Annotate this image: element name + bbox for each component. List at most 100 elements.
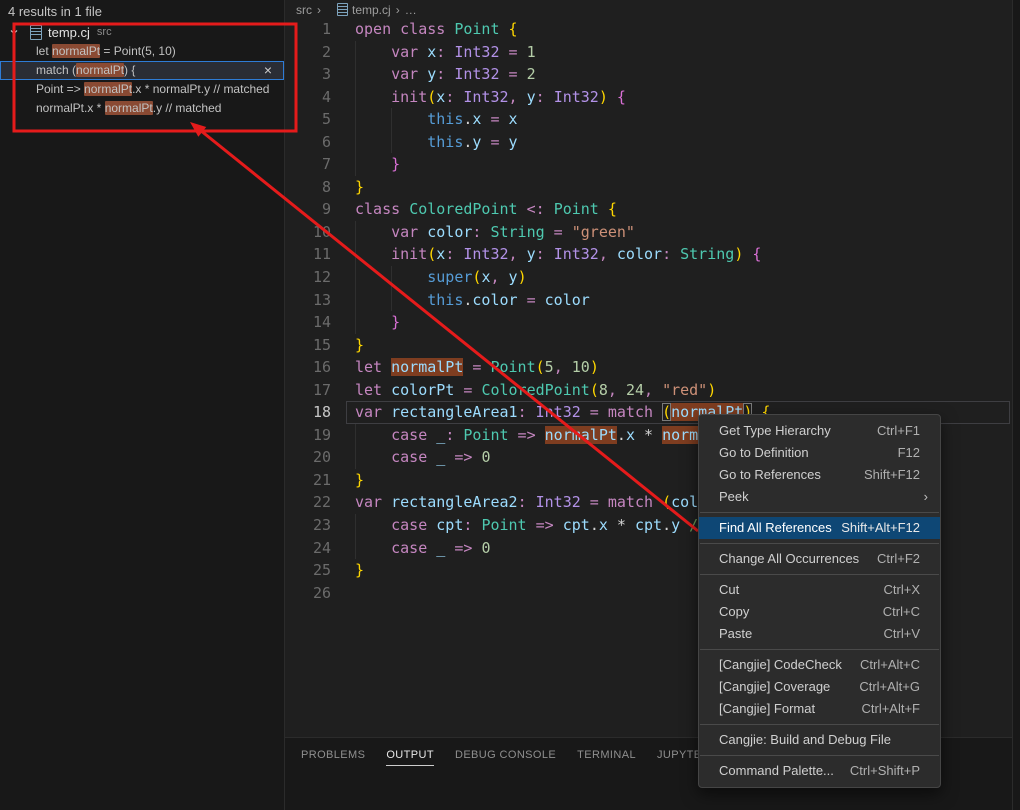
menu-item-cangjie-build-and-debug-file[interactable]: Cangjie: Build and Debug File (699, 729, 940, 751)
breadcrumb-item-src[interactable]: src (296, 3, 312, 17)
menu-item-copy[interactable]: CopyCtrl+C (699, 601, 940, 623)
line-number[interactable]: 5 (285, 108, 331, 131)
indent-guide (355, 131, 356, 154)
code-line-12[interactable]: 12 super(x, y) (285, 266, 1012, 289)
code-line-1[interactable]: 1open class Point { (285, 18, 1012, 41)
menu-item-get-type-hierarchy[interactable]: Get Type HierarchyCtrl+F1 (699, 420, 940, 442)
code-text[interactable]: var y: Int32 = 2 (331, 63, 1012, 86)
line-number[interactable]: 19 (285, 424, 331, 447)
panel-tab-problems[interactable]: PROBLEMS (301, 749, 365, 765)
menu-item-cangjie-codecheck[interactable]: [Cangjie] CodeCheckCtrl+Alt+C (699, 654, 940, 676)
code-line-8[interactable]: 8} (285, 176, 1012, 199)
panel-tab-debug-console[interactable]: DEBUG CONSOLE (455, 749, 556, 765)
code-line-16[interactable]: 16let normalPt = Point(5, 10) (285, 356, 1012, 379)
panel-tab-output[interactable]: OUTPUT (386, 749, 434, 766)
menu-item-cangjie-coverage[interactable]: [Cangjie] Coverage Ctrl+Alt+G (699, 676, 940, 698)
code-line-9[interactable]: 9class ColoredPoint <: Point { (285, 198, 1012, 221)
menu-item-shortcut: Ctrl+Alt+F (861, 698, 920, 720)
line-number[interactable]: 23 (285, 514, 331, 537)
indent-guide (355, 243, 356, 266)
line-number[interactable]: 12 (285, 266, 331, 289)
code-text[interactable]: var color: String = "green" (331, 221, 1012, 244)
code-text[interactable]: this.x = x (331, 108, 1012, 131)
code-text[interactable]: } (331, 176, 1012, 199)
code-text[interactable]: } (331, 153, 1012, 176)
line-number[interactable]: 7 (285, 153, 331, 176)
code-line-7[interactable]: 7 } (285, 153, 1012, 176)
line-number[interactable]: 2 (285, 41, 331, 64)
code-text[interactable]: open class Point { (331, 18, 1012, 41)
line-number[interactable]: 11 (285, 243, 331, 266)
code-text[interactable]: let normalPt = Point(5, 10) (331, 356, 1012, 379)
code-line-6[interactable]: 6 this.y = y (285, 131, 1012, 154)
code-line-14[interactable]: 14 } (285, 311, 1012, 334)
code-line-13[interactable]: 13 this.color = color (285, 289, 1012, 312)
line-number[interactable]: 4 (285, 86, 331, 109)
code-text[interactable]: var x: Int32 = 1 (331, 41, 1012, 64)
code-line-11[interactable]: 11 init(x: Int32, y: Int32, color: Strin… (285, 243, 1012, 266)
line-number[interactable]: 10 (285, 221, 331, 244)
line-number[interactable]: 8 (285, 176, 331, 199)
menu-item-cangjie-format[interactable]: [Cangjie] FormatCtrl+Alt+F (699, 698, 940, 720)
breadcrumb-item-overflow[interactable]: … (405, 3, 417, 17)
code-text[interactable]: this.color = color (331, 289, 1012, 312)
code-text[interactable]: } (331, 334, 1012, 357)
code-text[interactable]: class ColoredPoint <: Point { (331, 198, 1012, 221)
line-number[interactable]: 20 (285, 446, 331, 469)
search-result-row-3[interactable]: Point => normalPt.x * normalPt.y // matc… (0, 80, 284, 99)
code-line-4[interactable]: 4 init(x: Int32, y: Int32) { (285, 86, 1012, 109)
indent-guide (355, 63, 356, 86)
line-number[interactable]: 9 (285, 198, 331, 221)
code-line-15[interactable]: 15} (285, 334, 1012, 357)
code-line-17[interactable]: 17let colorPt = ColoredPoint(8, 24, "red… (285, 379, 1012, 402)
code-line-5[interactable]: 5 this.x = x (285, 108, 1012, 131)
menu-item-find-all-references[interactable]: Find All ReferencesShift+Alt+F12 (699, 517, 940, 539)
code-line-3[interactable]: 3 var y: Int32 = 2 (285, 63, 1012, 86)
dismiss-result-icon[interactable]: × (264, 61, 272, 80)
breadcrumb-separator-icon: › (317, 3, 321, 17)
code-line-10[interactable]: 10 var color: String = "green" (285, 221, 1012, 244)
file-icon (30, 25, 42, 40)
menu-item-cut[interactable]: CutCtrl+X (699, 579, 940, 601)
line-number[interactable]: 17 (285, 379, 331, 402)
line-number[interactable]: 15 (285, 334, 331, 357)
menu-item-paste[interactable]: PasteCtrl+V (699, 623, 940, 645)
line-number[interactable]: 26 (285, 582, 331, 605)
line-number[interactable]: 16 (285, 356, 331, 379)
breadcrumb-item-file[interactable]: temp.cj (352, 3, 391, 17)
line-number[interactable]: 1 (285, 18, 331, 41)
line-number[interactable]: 13 (285, 289, 331, 312)
line-number[interactable]: 25 (285, 559, 331, 582)
menu-item-label: [Cangjie] Coverage (719, 676, 830, 698)
chevron-down-icon[interactable] (9, 27, 19, 37)
line-number[interactable]: 21 (285, 469, 331, 492)
menu-item-label: Go to Definition (719, 442, 809, 464)
code-text[interactable]: this.y = y (331, 131, 1012, 154)
line-number[interactable]: 6 (285, 131, 331, 154)
menu-item-go-to-definition[interactable]: Go to DefinitionF12 (699, 442, 940, 464)
panel-tab-terminal[interactable]: TERMINAL (577, 749, 636, 765)
vscode-window: 4 results in 1 file temp.cj src let norm… (0, 0, 1020, 810)
search-result-file-row[interactable]: temp.cj src (0, 22, 284, 42)
menu-item-change-all-occurrences[interactable]: Change All OccurrencesCtrl+F2 (699, 548, 940, 570)
menu-item-command-palette[interactable]: Command Palette...Ctrl+Shift+P (699, 760, 940, 782)
search-result-row-4[interactable]: normalPt.x * normalPt.y // matched (0, 99, 284, 118)
line-number[interactable]: 24 (285, 537, 331, 560)
code-text[interactable]: } (331, 311, 1012, 334)
line-number[interactable]: 3 (285, 63, 331, 86)
menu-item-peek[interactable]: Peek› (699, 486, 940, 508)
code-text[interactable]: init(x: Int32, y: Int32) { (331, 86, 1012, 109)
code-text[interactable]: super(x, y) (331, 266, 1012, 289)
search-result-row-2[interactable]: match (normalPt) {× (0, 61, 284, 80)
code-text[interactable]: init(x: Int32, y: Int32, color: String) … (331, 243, 1012, 266)
line-number[interactable]: 14 (285, 311, 331, 334)
editor-scrollbar-gutter[interactable] (1012, 0, 1020, 810)
menu-item-shortcut: Ctrl+Alt+G (859, 676, 920, 698)
line-number[interactable]: 22 (285, 491, 331, 514)
search-result-row-1[interactable]: let normalPt = Point(5, 10) (0, 42, 284, 61)
code-line-2[interactable]: 2 var x: Int32 = 1 (285, 41, 1012, 64)
code-text[interactable]: let colorPt = ColoredPoint(8, 24, "red") (331, 379, 1012, 402)
menu-item-shortcut: Shift+F12 (864, 464, 920, 486)
line-number[interactable]: 18 (285, 401, 331, 424)
menu-item-go-to-references[interactable]: Go to ReferencesShift+F12 (699, 464, 940, 486)
